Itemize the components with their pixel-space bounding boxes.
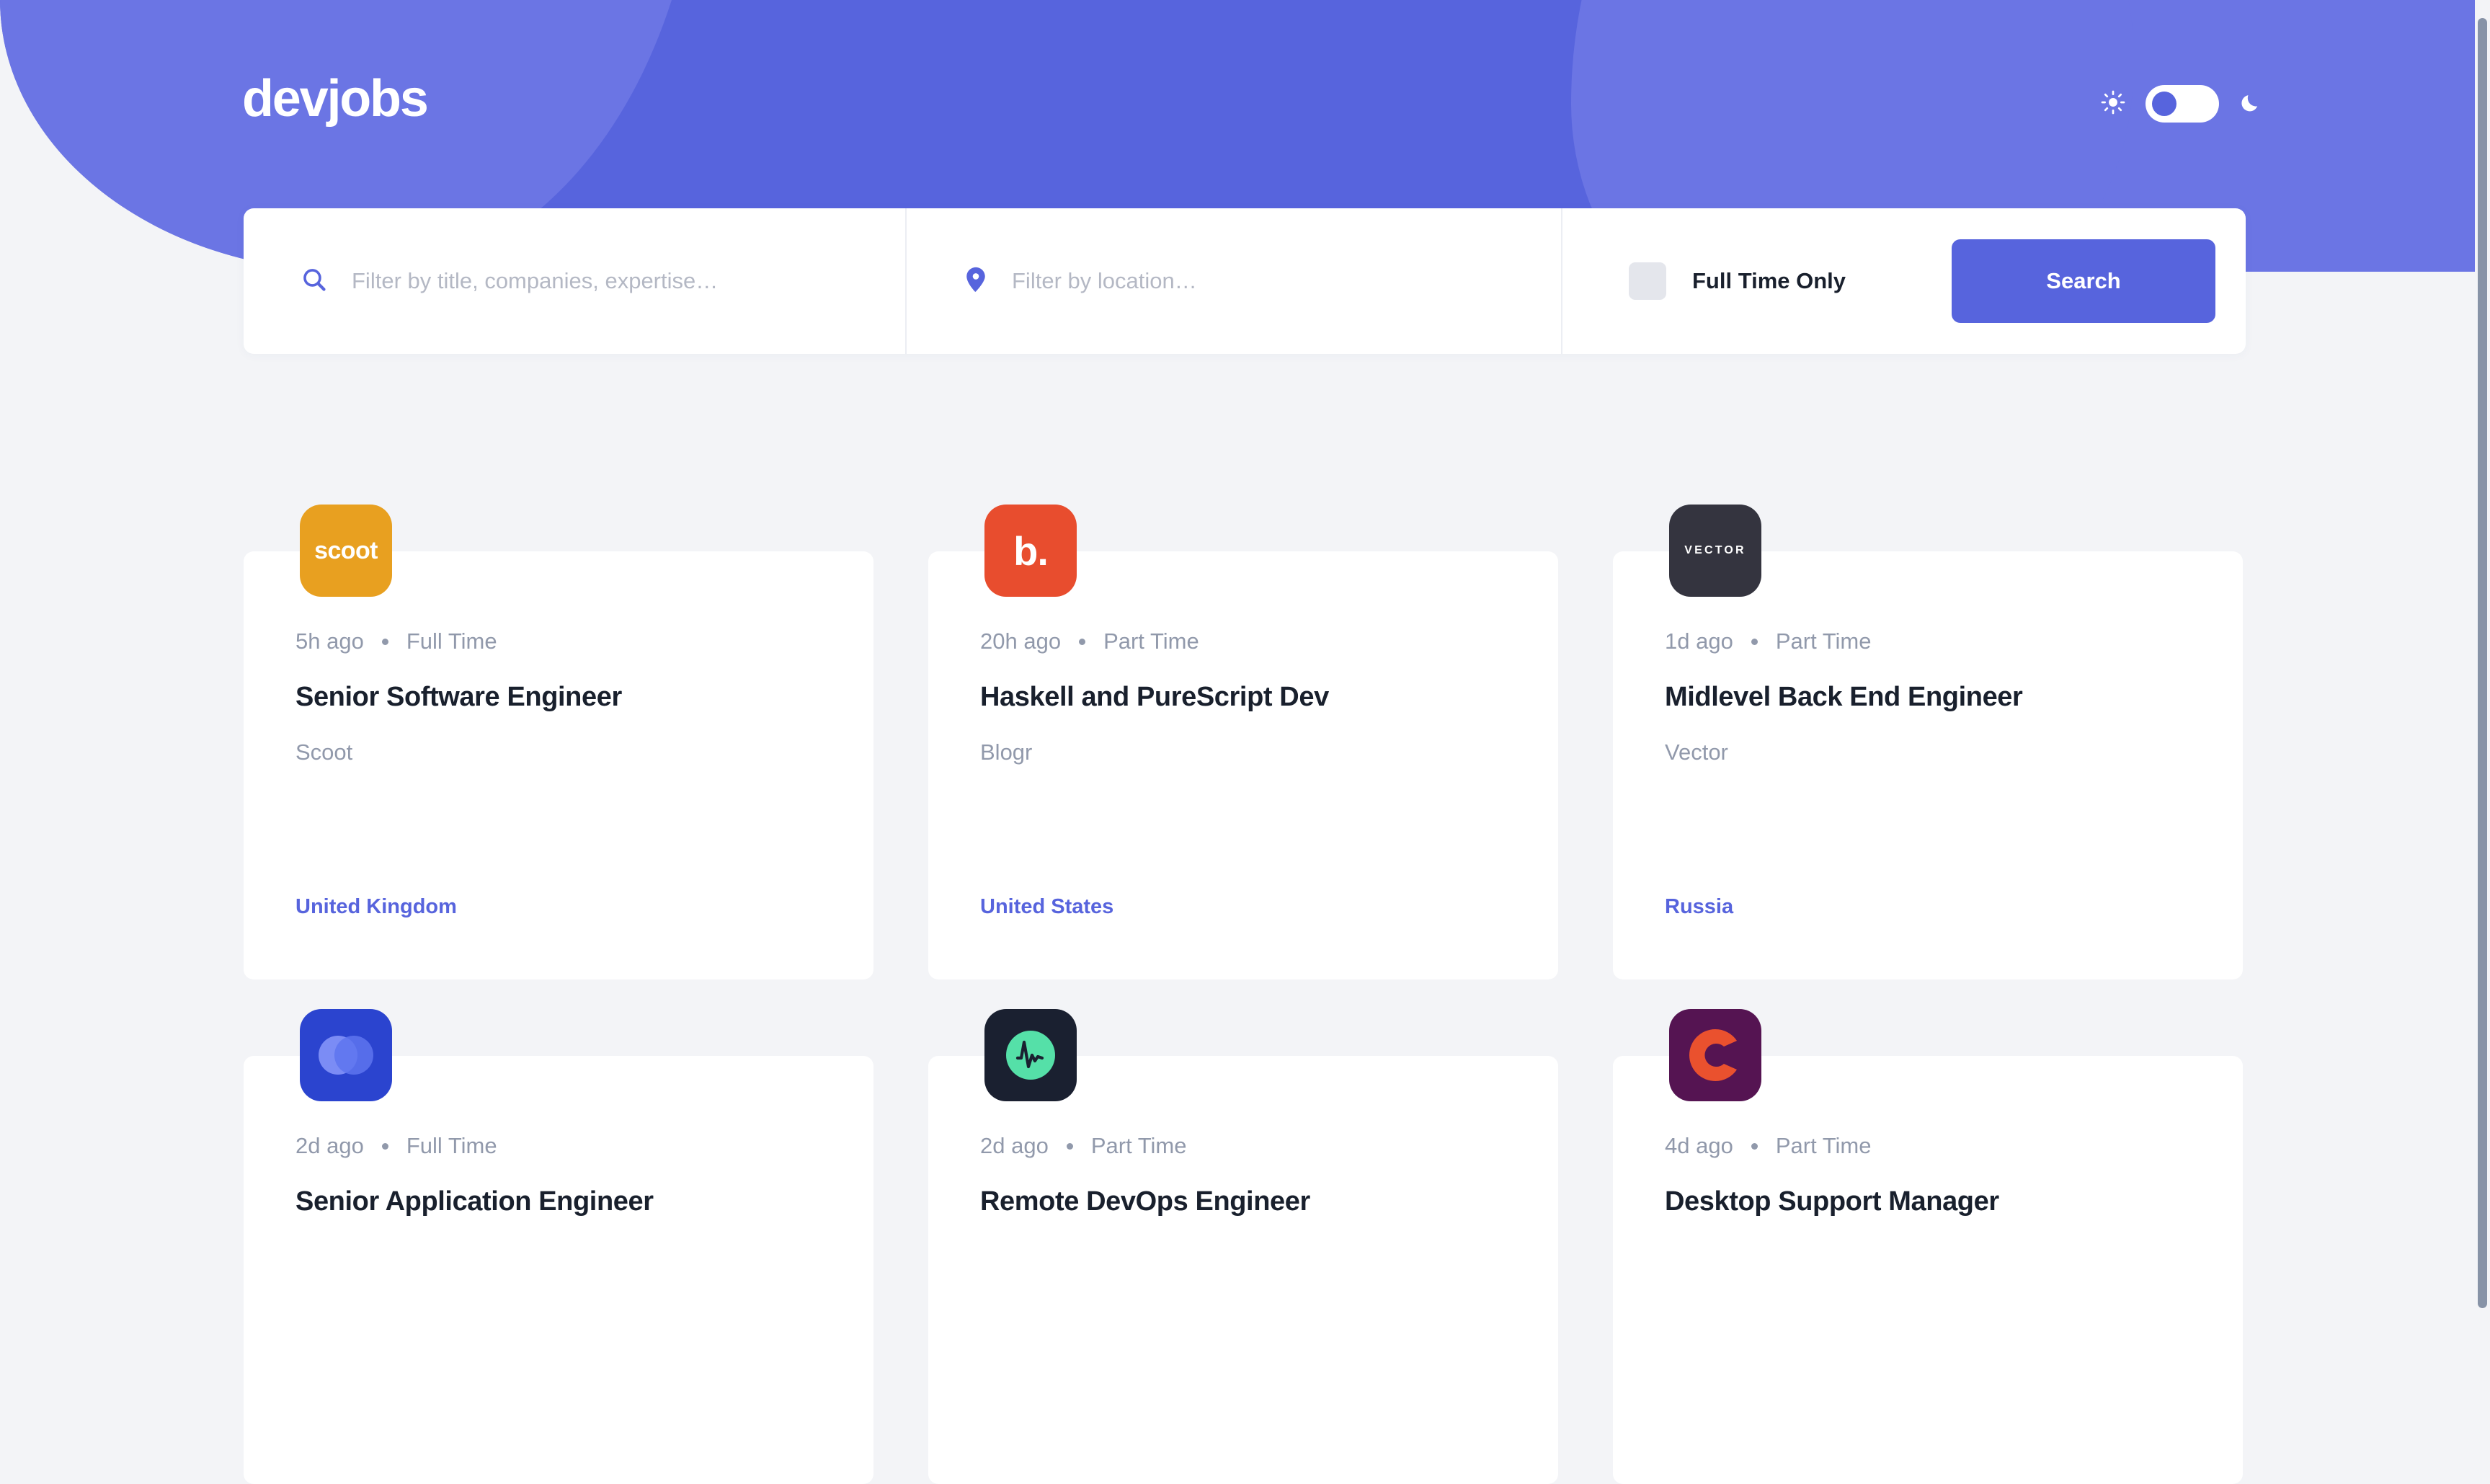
full-time-only-checkbox[interactable] <box>1629 262 1666 300</box>
search-location-cell <box>907 208 1562 354</box>
sun-icon <box>2101 90 2125 118</box>
search-title-cell <box>244 208 907 354</box>
search-input[interactable] <box>352 268 905 294</box>
devjobs-logo[interactable]: devjobs <box>242 73 427 125</box>
location-pin-icon <box>964 267 987 296</box>
theme-toggle-knob <box>2152 92 2176 116</box>
scrollbar-thumb[interactable] <box>2478 18 2487 1308</box>
search-button[interactable]: Search <box>1952 239 2215 323</box>
location-input[interactable] <box>1012 268 1561 294</box>
moon-icon <box>2239 92 2261 117</box>
theme-toggle[interactable] <box>2146 85 2219 123</box>
theme-switch-group <box>2101 85 2261 123</box>
search-bar: Full Time Only Search <box>244 208 2246 354</box>
search-icon <box>301 267 327 296</box>
header-content: devjobs <box>0 0 2490 1317</box>
full-time-only-label: Full Time Only <box>1692 268 1846 294</box>
